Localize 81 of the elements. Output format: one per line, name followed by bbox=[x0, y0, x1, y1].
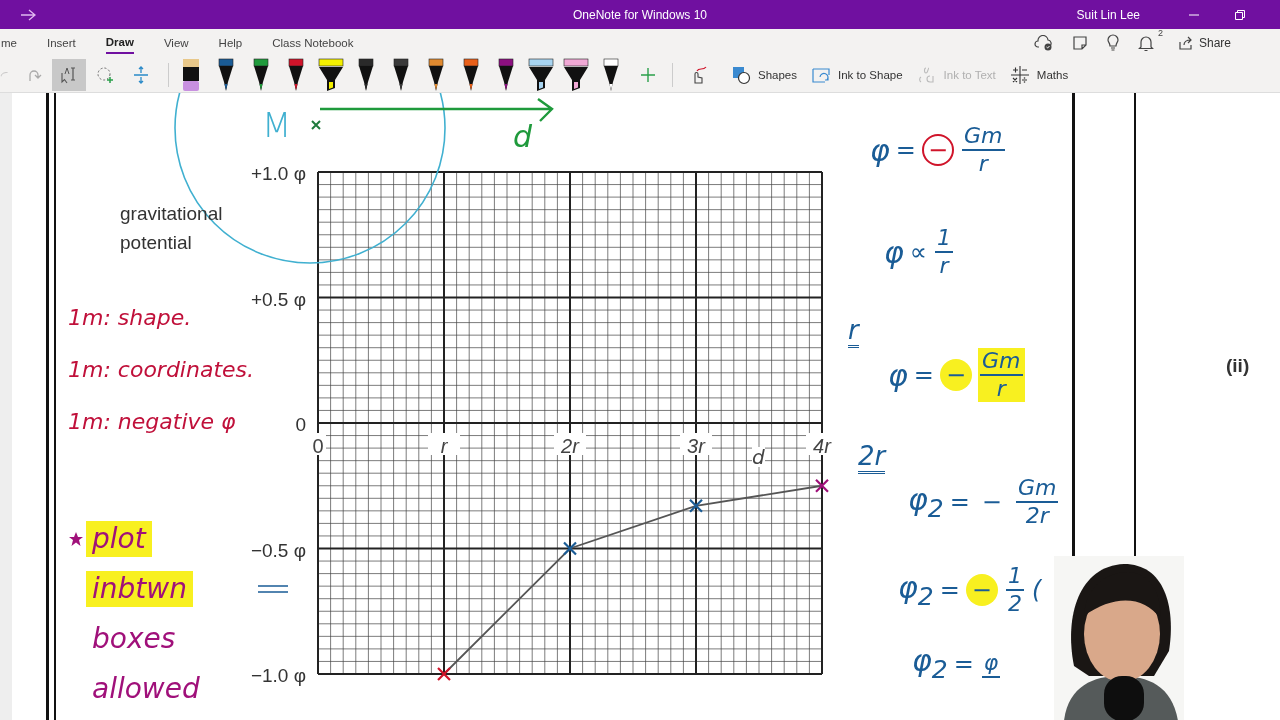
fraction-numerator: φ bbox=[981, 649, 1001, 678]
tip-note: plot bbox=[92, 522, 146, 555]
forward-arrow-icon[interactable] bbox=[20, 8, 36, 21]
y-tick-label: +1.0 φ bbox=[250, 163, 306, 184]
equation-symbol: φ bbox=[888, 357, 908, 393]
centre-mark bbox=[311, 120, 321, 130]
user-name[interactable]: Suit Lin Lee bbox=[1076, 7, 1140, 22]
cloud-sync-icon[interactable] bbox=[1033, 35, 1054, 51]
underlined-label: 2r bbox=[858, 441, 886, 474]
bell-icon[interactable] bbox=[1137, 34, 1154, 52]
highlighter-icon[interactable] bbox=[562, 57, 590, 92]
draw-tool-button[interactable]: Maths bbox=[1009, 64, 1069, 85]
lightbulb-icon[interactable] bbox=[1105, 34, 1120, 52]
select-tool-button[interactable] bbox=[52, 58, 86, 91]
x-tick-label: 2r bbox=[561, 435, 579, 457]
tip-note: allowed bbox=[92, 672, 200, 705]
fraction-denominator: r bbox=[939, 253, 949, 279]
equation-symbol: φ$_{2}$ bbox=[898, 569, 934, 611]
question-part-label: (ii) bbox=[1226, 355, 1250, 377]
maths-icon bbox=[1009, 64, 1030, 85]
equation-symbol: φ$_{2}$ bbox=[908, 481, 944, 523]
minus-sign: − bbox=[939, 359, 972, 391]
minus-sign: − bbox=[965, 574, 998, 606]
fraction-numerator: Gm bbox=[962, 123, 1005, 151]
equation-operator: ∝ bbox=[909, 238, 927, 266]
fraction-denominator: r bbox=[996, 376, 1006, 402]
notification-count: 2 bbox=[1157, 28, 1163, 38]
equation-operator: = bbox=[953, 649, 974, 678]
equation-operator: = bbox=[949, 488, 970, 516]
x-tick-label: 0 bbox=[312, 435, 324, 457]
draw-tool-button[interactable]: Shapes bbox=[731, 64, 797, 85]
curve-label: d bbox=[752, 447, 765, 467]
fraction-numerator: 1 bbox=[1005, 563, 1024, 591]
minus-sign: − bbox=[921, 134, 954, 166]
y-tick-label: −1.0 φ bbox=[250, 665, 306, 686]
sticky-note-icon[interactable] bbox=[1071, 35, 1088, 51]
y-tick-label: +0.5 φ bbox=[250, 288, 306, 310]
tip-note: boxes bbox=[92, 622, 176, 655]
equation-symbol: φ bbox=[870, 132, 890, 168]
lasso-icon bbox=[95, 64, 115, 85]
ribbon-tab[interactable]: View bbox=[163, 33, 189, 53]
ribbon-tab[interactable]: me bbox=[1, 33, 17, 53]
insert-space-icon bbox=[131, 64, 151, 85]
equation-symbol: φ$_{2}$ bbox=[912, 643, 948, 684]
highlighter-icon[interactable] bbox=[317, 57, 345, 92]
fraction-numerator: Gm bbox=[1015, 475, 1059, 503]
distance-label: d bbox=[513, 119, 533, 154]
ribbon-tab[interactable]: Insert bbox=[47, 33, 76, 53]
y-tick-label: −0.5 φ bbox=[250, 539, 306, 561]
highlighter-icon[interactable] bbox=[527, 57, 555, 92]
double-underline bbox=[257, 585, 289, 593]
mark-note: 1m: coordinates. bbox=[68, 356, 254, 384]
equation-operator: = bbox=[895, 136, 916, 164]
ribbon-tab[interactable]: Draw bbox=[105, 32, 134, 54]
share-icon bbox=[1177, 35, 1194, 51]
x-tick-label: 4r bbox=[813, 435, 831, 457]
y-tick-label: 0 bbox=[295, 414, 306, 435]
mark-note: 1m: negative φ bbox=[68, 408, 237, 436]
minus-sign: − bbox=[980, 487, 1003, 518]
ribbon-tab[interactable]: Class Notebook bbox=[272, 33, 354, 53]
ink-to-text-icon bbox=[916, 64, 937, 85]
underlined-label: r bbox=[848, 315, 859, 348]
equation-symbol: φ bbox=[884, 234, 904, 270]
fraction-numerator: 1 bbox=[934, 225, 953, 253]
share-button[interactable]: Share bbox=[1171, 34, 1237, 52]
x-tick-label: r bbox=[440, 435, 448, 457]
draw-tool-button[interactable]: Ink to Shape bbox=[811, 64, 903, 85]
equation-operator: = bbox=[913, 361, 934, 389]
mark-note: 1m: shape. bbox=[68, 304, 193, 332]
x-tick-label: 3r bbox=[687, 435, 705, 457]
ribbon-tab[interactable]: Help bbox=[218, 33, 243, 53]
shapes-icon bbox=[731, 64, 751, 85]
window-title: OneNote for Windows 10 bbox=[571, 7, 709, 22]
fraction-denominator: 2 bbox=[1007, 591, 1022, 617]
fraction-numerator: Gm bbox=[980, 348, 1023, 376]
equation-operator: = bbox=[939, 576, 960, 604]
tip-note: inbtwn bbox=[92, 572, 187, 605]
restore-icon[interactable] bbox=[1234, 8, 1246, 21]
fraction-denominator: r bbox=[978, 151, 988, 177]
bracket: ( bbox=[1031, 576, 1042, 604]
fraction-denominator: 2r bbox=[1025, 503, 1049, 529]
